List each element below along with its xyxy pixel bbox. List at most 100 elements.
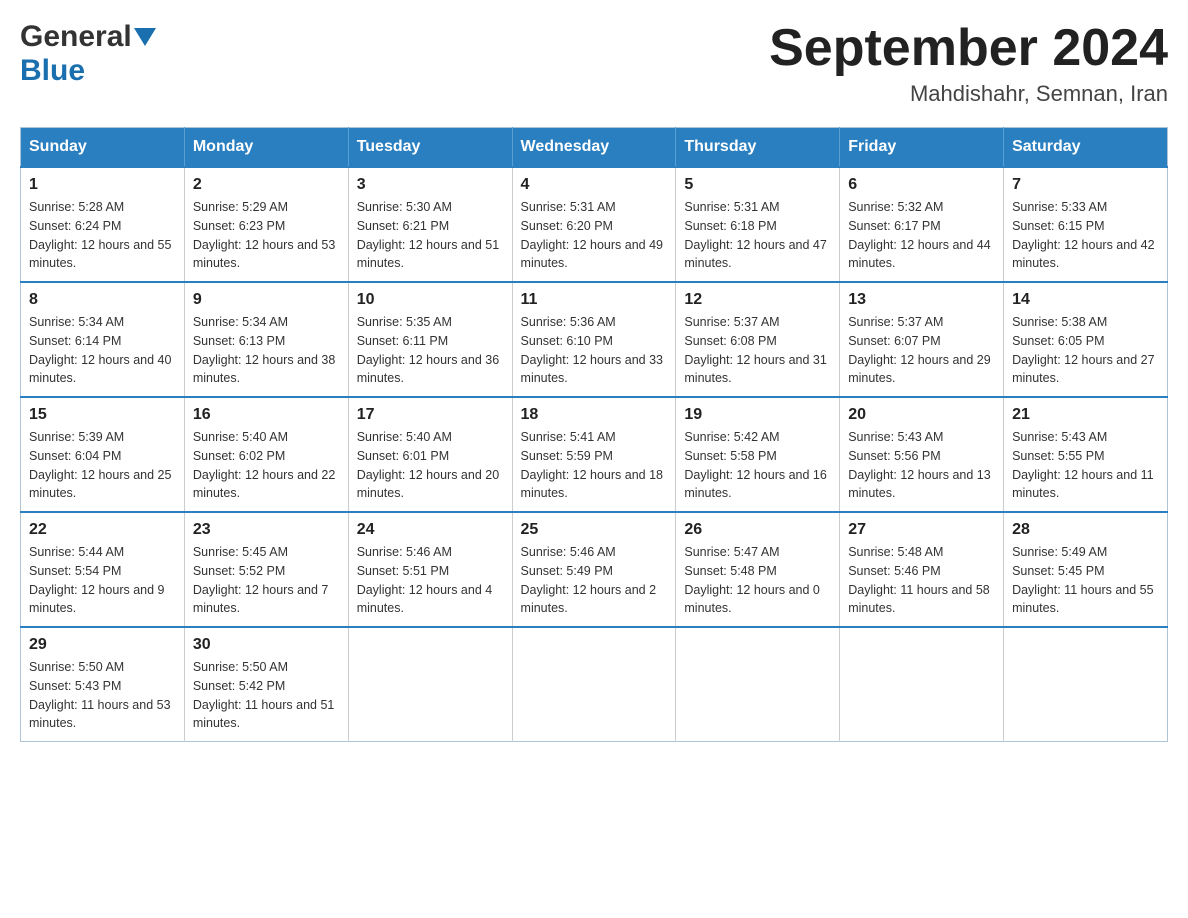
day-info: Sunrise: 5:37 AM Sunset: 6:07 PM Dayligh… (848, 313, 995, 388)
table-row: 19 Sunrise: 5:42 AM Sunset: 5:58 PM Dayli… (676, 397, 840, 512)
table-row: 11Sunrise: 5:36 AM Sunset: 6:10 PM Dayli… (512, 282, 676, 397)
day-info: Sunrise: 5:34 AM Sunset: 6:13 PM Dayligh… (193, 313, 340, 388)
table-row: 6 Sunrise: 5:32 AM Sunset: 6:17 PM Daylig… (840, 167, 1004, 282)
day-number: 3 (357, 176, 504, 194)
day-info: Sunrise: 5:46 AM Sunset: 5:51 PM Dayligh… (357, 543, 504, 618)
table-row: 4Sunrise: 5:31 AM Sunset: 6:20 PM Daylig… (512, 167, 676, 282)
day-number: 21 (1012, 406, 1159, 424)
day-info: Sunrise: 5:45 AM Sunset: 5:52 PM Dayligh… (193, 543, 340, 618)
day-number: 17 (357, 406, 504, 424)
day-number: 24 (357, 521, 504, 539)
day-info: Sunrise: 5:31 AM Sunset: 6:20 PM Dayligh… (521, 198, 668, 273)
day-info: Sunrise: 5:38 AM Sunset: 6:05 PM Dayligh… (1012, 313, 1159, 388)
day-number: 26 (684, 521, 831, 539)
day-info: Sunrise: 5:50 AM Sunset: 5:43 PM Dayligh… (29, 658, 176, 733)
day-number: 23 (193, 521, 340, 539)
week-row-5: 29Sunrise: 5:50 AM Sunset: 5:43 PM Dayli… (21, 627, 1168, 742)
day-info: Sunrise: 5:37 AM Sunset: 6:08 PM Dayligh… (684, 313, 831, 388)
day-number: 7 (1012, 176, 1159, 194)
logo-blue-text: Blue (20, 54, 85, 88)
table-row: 12 Sunrise: 5:37 AM Sunset: 6:08 PM Dayli… (676, 282, 840, 397)
day-number: 20 (848, 406, 995, 424)
day-info: Sunrise: 5:40 AM Sunset: 6:01 PM Dayligh… (357, 428, 504, 503)
header-sunday: Sunday (21, 128, 185, 168)
day-number: 12 (684, 291, 831, 309)
table-row (840, 627, 1004, 742)
header-monday: Monday (184, 128, 348, 168)
table-row: 13 Sunrise: 5:37 AM Sunset: 6:07 PM Dayli… (840, 282, 1004, 397)
header-friday: Friday (840, 128, 1004, 168)
page-header: General Blue September 2024 Mahdishahr, … (20, 20, 1168, 107)
table-row: 3 Sunrise: 5:30 AM Sunset: 6:21 PM Daylig… (348, 167, 512, 282)
table-row: 20Sunrise: 5:43 AM Sunset: 5:56 PM Dayli… (840, 397, 1004, 512)
day-info: Sunrise: 5:50 AM Sunset: 5:42 PM Dayligh… (193, 658, 340, 733)
table-row: 21 Sunrise: 5:43 AM Sunset: 5:55 PM Dayli… (1004, 397, 1168, 512)
header-wednesday: Wednesday (512, 128, 676, 168)
day-number: 28 (1012, 521, 1159, 539)
day-number: 14 (1012, 291, 1159, 309)
table-row: 25 Sunrise: 5:46 AM Sunset: 5:49 PM Dayli… (512, 512, 676, 627)
table-row: 28 Sunrise: 5:49 AM Sunset: 5:45 PM Dayli… (1004, 512, 1168, 627)
calendar-subtitle: Mahdishahr, Semnan, Iran (769, 81, 1168, 107)
day-number: 30 (193, 636, 340, 654)
table-row: 1 Sunrise: 5:28 AM Sunset: 6:24 PM Daylig… (21, 167, 185, 282)
table-row: 18Sunrise: 5:41 AM Sunset: 5:59 PM Dayli… (512, 397, 676, 512)
day-number: 13 (848, 291, 995, 309)
table-row: 2 Sunrise: 5:29 AM Sunset: 6:23 PM Daylig… (184, 167, 348, 282)
table-row: 10 Sunrise: 5:35 AM Sunset: 6:11 PM Dayli… (348, 282, 512, 397)
day-info: Sunrise: 5:32 AM Sunset: 6:17 PM Dayligh… (848, 198, 995, 273)
day-info: Sunrise: 5:39 AM Sunset: 6:04 PM Dayligh… (29, 428, 176, 503)
day-number: 1 (29, 176, 176, 194)
day-info: Sunrise: 5:30 AM Sunset: 6:21 PM Dayligh… (357, 198, 504, 273)
day-info: Sunrise: 5:42 AM Sunset: 5:58 PM Dayligh… (684, 428, 831, 503)
week-row-2: 8Sunrise: 5:34 AM Sunset: 6:14 PM Daylig… (21, 282, 1168, 397)
table-row: 17 Sunrise: 5:40 AM Sunset: 6:01 PM Dayli… (348, 397, 512, 512)
table-row: 30 Sunrise: 5:50 AM Sunset: 5:42 PM Dayli… (184, 627, 348, 742)
day-info: Sunrise: 5:28 AM Sunset: 6:24 PM Dayligh… (29, 198, 176, 273)
table-row (676, 627, 840, 742)
logo-triangle-icon (134, 28, 156, 50)
day-number: 6 (848, 176, 995, 194)
logo: General Blue (20, 20, 156, 88)
day-info: Sunrise: 5:41 AM Sunset: 5:59 PM Dayligh… (521, 428, 668, 503)
table-row: 16 Sunrise: 5:40 AM Sunset: 6:02 PM Dayli… (184, 397, 348, 512)
day-number: 25 (521, 521, 668, 539)
day-number: 15 (29, 406, 176, 424)
calendar-header: September 2024 Mahdishahr, Semnan, Iran (769, 20, 1168, 107)
table-row: 27Sunrise: 5:48 AM Sunset: 5:46 PM Dayli… (840, 512, 1004, 627)
day-info: Sunrise: 5:44 AM Sunset: 5:54 PM Dayligh… (29, 543, 176, 618)
table-row: 14 Sunrise: 5:38 AM Sunset: 6:05 PM Dayli… (1004, 282, 1168, 397)
weekday-header-row: SundayMondayTuesdayWednesdayThursdayFrid… (21, 128, 1168, 168)
day-info: Sunrise: 5:49 AM Sunset: 5:45 PM Dayligh… (1012, 543, 1159, 618)
header-thursday: Thursday (676, 128, 840, 168)
table-row: 22Sunrise: 5:44 AM Sunset: 5:54 PM Dayli… (21, 512, 185, 627)
day-number: 8 (29, 291, 176, 309)
week-row-1: 1 Sunrise: 5:28 AM Sunset: 6:24 PM Daylig… (21, 167, 1168, 282)
table-row: 5Sunrise: 5:31 AM Sunset: 6:18 PM Daylig… (676, 167, 840, 282)
day-number: 9 (193, 291, 340, 309)
day-info: Sunrise: 5:40 AM Sunset: 6:02 PM Dayligh… (193, 428, 340, 503)
table-row: 26 Sunrise: 5:47 AM Sunset: 5:48 PM Dayli… (676, 512, 840, 627)
day-number: 5 (684, 176, 831, 194)
day-info: Sunrise: 5:46 AM Sunset: 5:49 PM Dayligh… (521, 543, 668, 618)
table-row: 15 Sunrise: 5:39 AM Sunset: 6:04 PM Dayli… (21, 397, 185, 512)
header-saturday: Saturday (1004, 128, 1168, 168)
day-number: 2 (193, 176, 340, 194)
day-info: Sunrise: 5:43 AM Sunset: 5:55 PM Dayligh… (1012, 428, 1159, 503)
day-info: Sunrise: 5:48 AM Sunset: 5:46 PM Dayligh… (848, 543, 995, 618)
day-info: Sunrise: 5:47 AM Sunset: 5:48 PM Dayligh… (684, 543, 831, 618)
table-row: 24 Sunrise: 5:46 AM Sunset: 5:51 PM Dayli… (348, 512, 512, 627)
table-row: 9 Sunrise: 5:34 AM Sunset: 6:13 PM Daylig… (184, 282, 348, 397)
table-row (348, 627, 512, 742)
table-row: 7Sunrise: 5:33 AM Sunset: 6:15 PM Daylig… (1004, 167, 1168, 282)
day-info: Sunrise: 5:35 AM Sunset: 6:11 PM Dayligh… (357, 313, 504, 388)
table-row: 29Sunrise: 5:50 AM Sunset: 5:43 PM Dayli… (21, 627, 185, 742)
logo-general-text: General (20, 20, 132, 54)
table-row: 8Sunrise: 5:34 AM Sunset: 6:14 PM Daylig… (21, 282, 185, 397)
calendar-table: SundayMondayTuesdayWednesdayThursdayFrid… (20, 127, 1168, 742)
calendar-title: September 2024 (769, 20, 1168, 77)
day-number: 10 (357, 291, 504, 309)
day-info: Sunrise: 5:29 AM Sunset: 6:23 PM Dayligh… (193, 198, 340, 273)
day-number: 19 (684, 406, 831, 424)
day-number: 16 (193, 406, 340, 424)
